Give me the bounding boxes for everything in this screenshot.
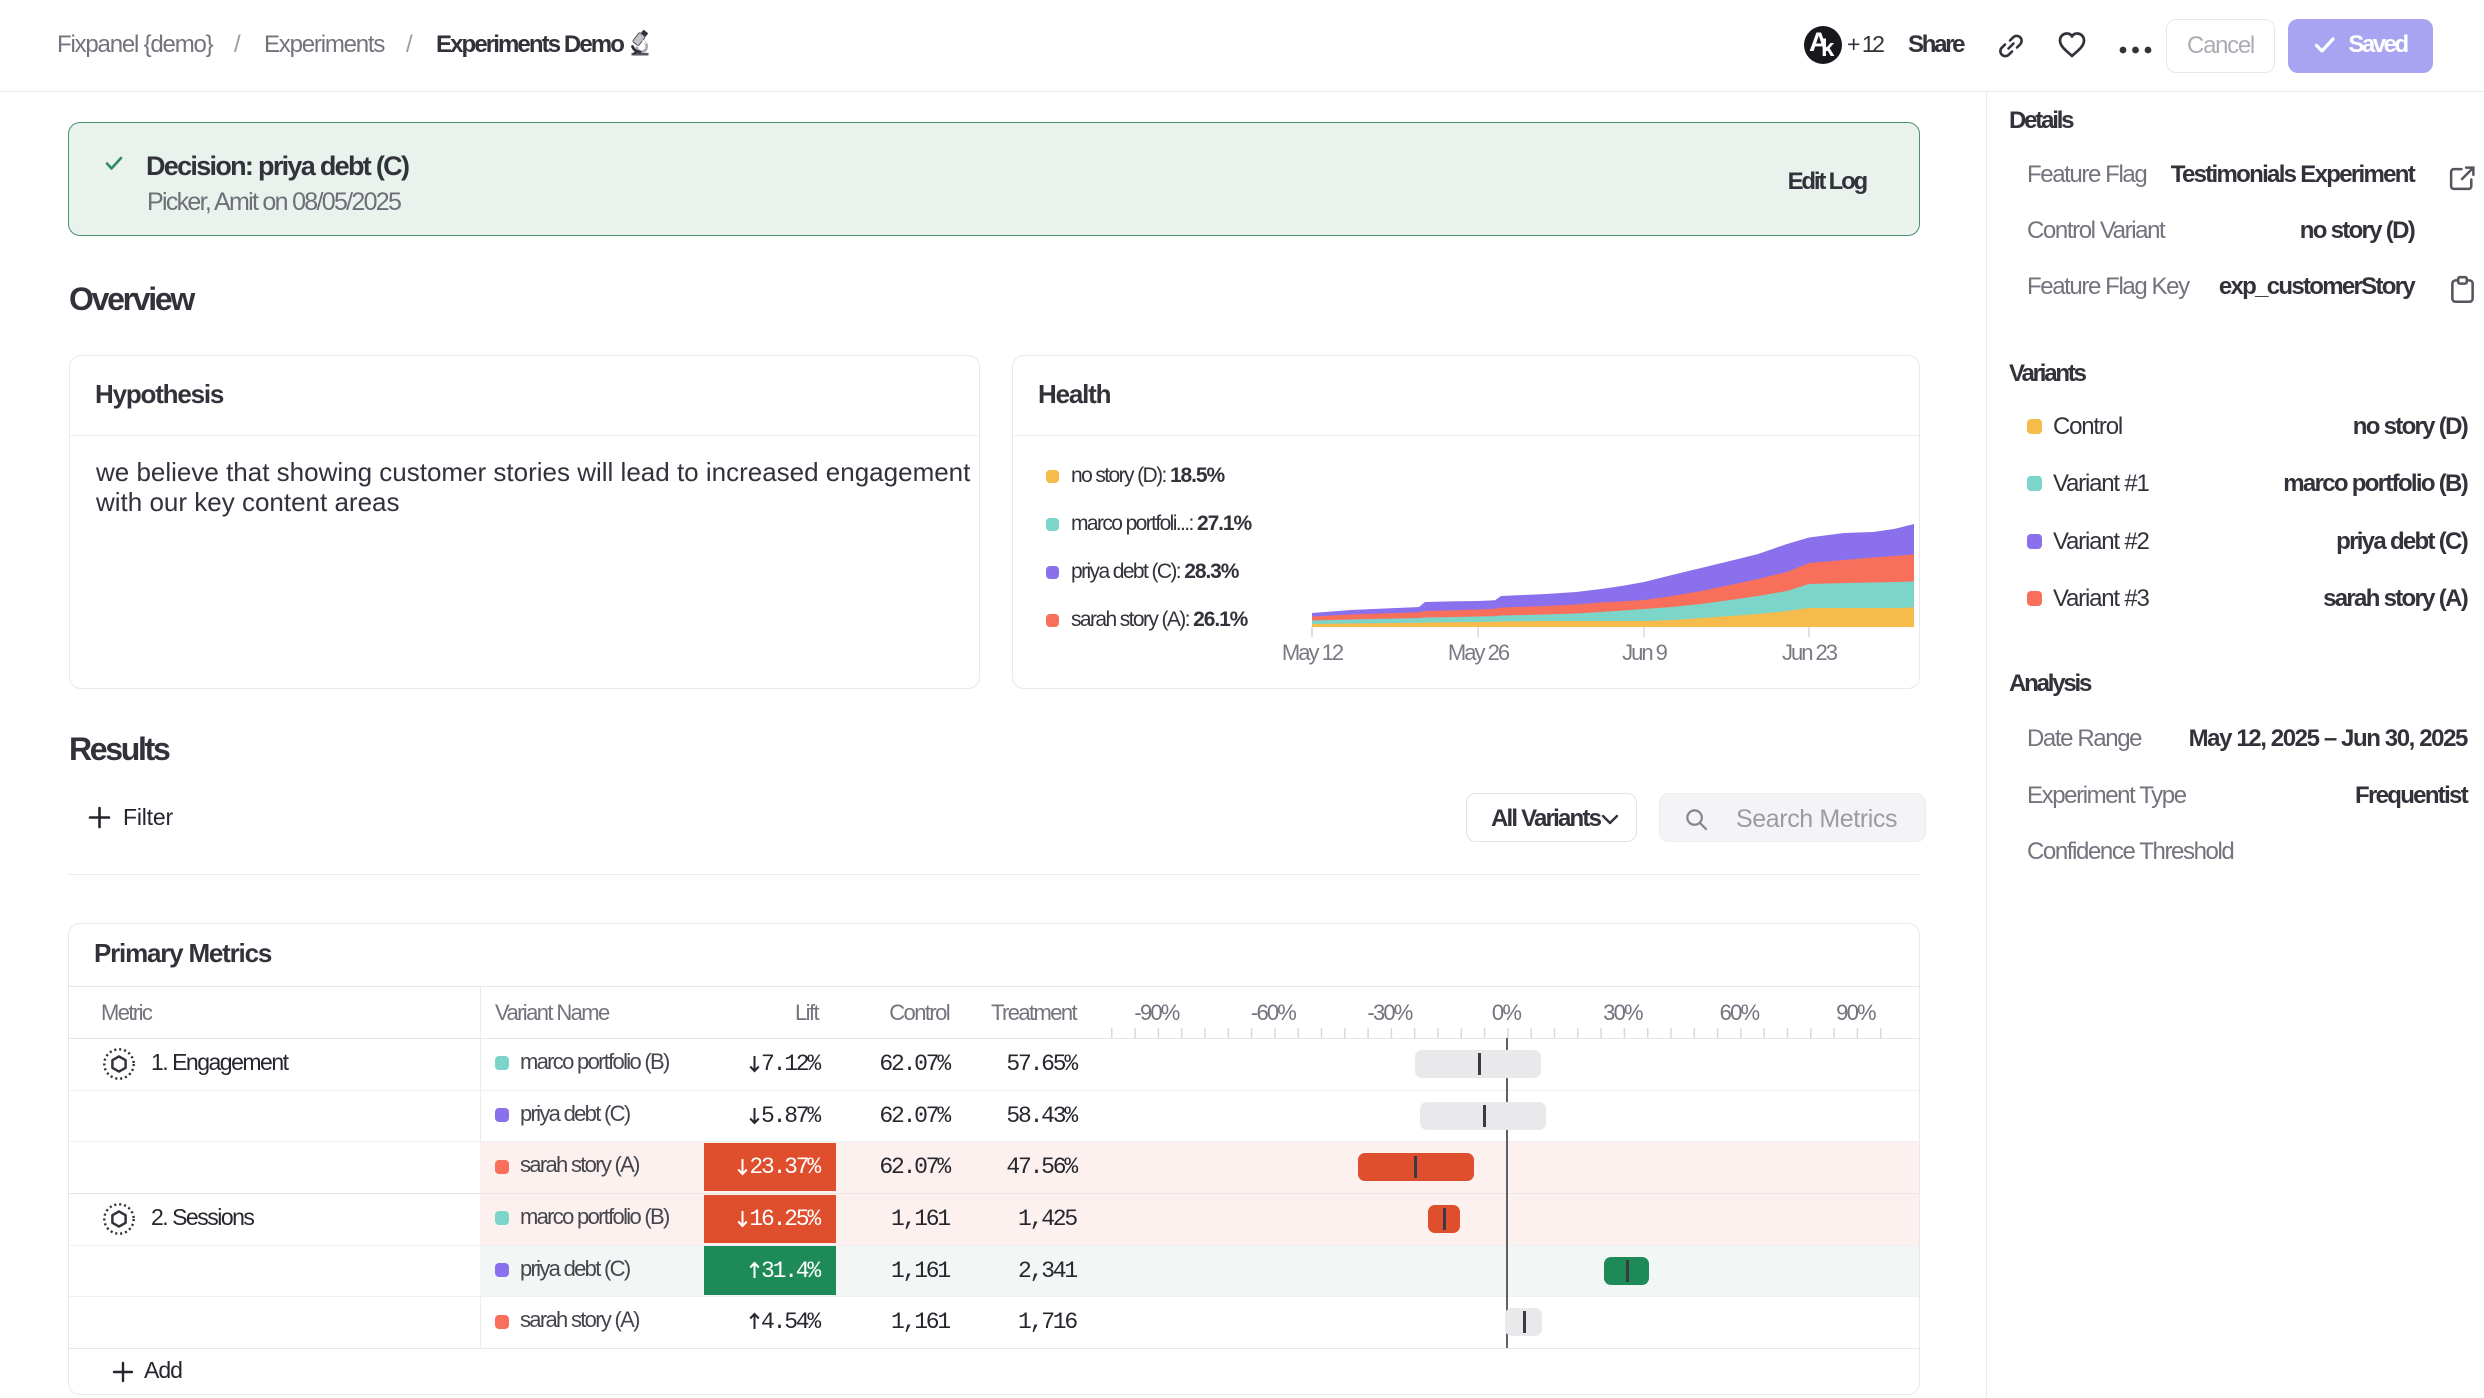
svg-text:May 12: May 12 xyxy=(1282,640,1344,665)
svg-text:May 26: May 26 xyxy=(1448,640,1510,665)
svg-text:Jun 9: Jun 9 xyxy=(1622,640,1668,665)
svg-text:Jun 23: Jun 23 xyxy=(1782,640,1838,665)
